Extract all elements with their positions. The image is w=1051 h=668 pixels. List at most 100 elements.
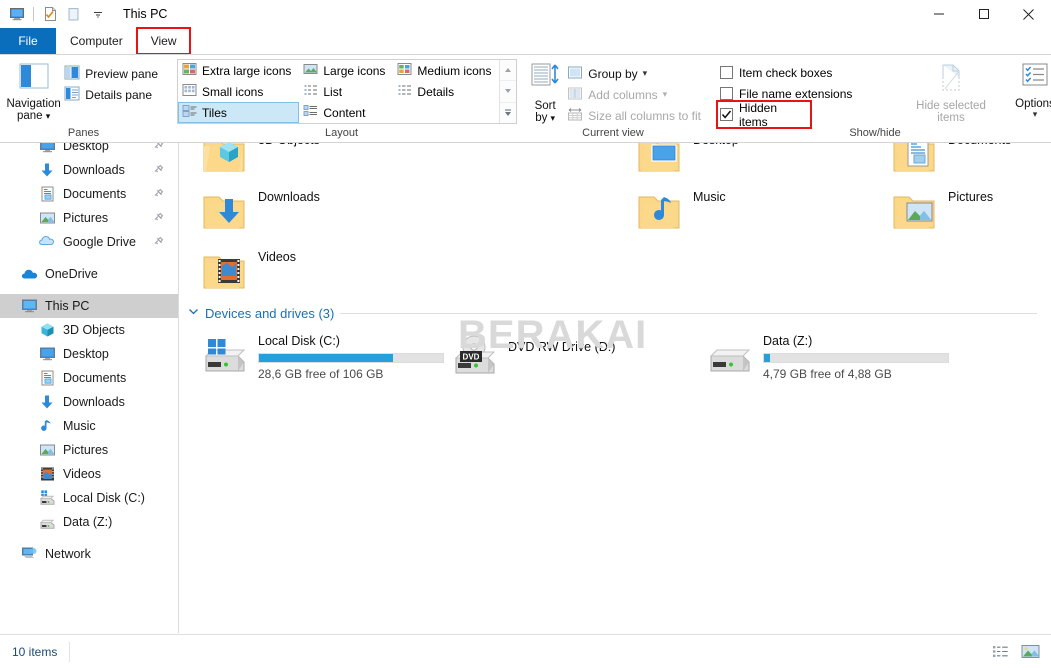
navigation-pane-button[interactable]: Navigation pane ▾ [6, 59, 61, 122]
sidebar-item-videos[interactable]: Videos [0, 462, 178, 486]
tile-name: Music [693, 190, 726, 204]
pictures-icon [38, 441, 56, 459]
sidebar-item-network[interactable]: Network [0, 542, 178, 566]
pin-icon[interactable] [153, 143, 164, 154]
layout-small-icons-label: Small icons [202, 84, 264, 99]
chevron-down-icon-2[interactable]: ▾ [663, 89, 668, 100]
title-bar: This PC [0, 0, 1051, 28]
layout-content[interactable]: Content [299, 102, 393, 123]
maximize-button[interactable] [961, 0, 1006, 28]
tile-item[interactable]: Data (Z:) 4,79 GB free of 4,88 GB [705, 332, 949, 381]
tile-name: Downloads [258, 190, 320, 204]
tile-item[interactable]: Documents [890, 143, 1011, 179]
add-columns-icon [567, 86, 583, 104]
details-view-button[interactable] [989, 642, 1011, 662]
navigation-pane[interactable]: Desktop Downloads Documents Pictures Google … [0, 143, 179, 633]
sidebar-item-onedrive[interactable]: OneDrive [0, 262, 178, 286]
sidebar-item-label: Documents [63, 371, 127, 385]
checkbox-hidden-items[interactable] [720, 108, 733, 121]
sort-by-button[interactable]: Sort by ▾ [526, 59, 564, 124]
customize-qat-icon[interactable] [87, 3, 109, 25]
layout-tiles[interactable]: Tiles [178, 102, 300, 123]
this-pc-icon[interactable] [6, 3, 28, 25]
downloads-icon [38, 161, 56, 179]
drive-icon [705, 332, 753, 380]
folder-downloads-icon [200, 188, 248, 236]
hidden-items-checkbox[interactable]: Hidden items [716, 100, 812, 129]
options-chevron-down-icon[interactable]: ▾ [1033, 110, 1038, 119]
gallery-scroll-up-button[interactable] [500, 60, 517, 82]
sidebar-item-documents[interactable]: Documents [0, 182, 178, 206]
tab-file[interactable]: File [0, 28, 56, 54]
layout-content-label: Content [323, 105, 366, 120]
tab-view[interactable]: View [135, 27, 192, 55]
size-all-columns-button[interactable]: Size all columns to fit [564, 105, 704, 126]
sidebar-item-desktop[interactable]: Desktop [0, 143, 178, 158]
folder-music-icon [635, 188, 683, 236]
add-columns-button[interactable]: Add columns ▾ [564, 84, 704, 105]
onedrive-icon [20, 265, 38, 283]
sidebar-item-documents[interactable]: Documents [0, 366, 178, 390]
tile-item[interactable]: Pictures [890, 188, 993, 236]
windows-drive-icon [200, 332, 248, 380]
layout-details[interactable]: Details [393, 81, 499, 102]
properties-icon[interactable] [39, 3, 61, 25]
folders-tile-grid: 3D Objects Desktop [180, 143, 1051, 298]
options-button[interactable]: Options ▾ [1002, 59, 1051, 119]
tile-item[interactable]: Desktop [635, 143, 739, 179]
desktop-icon [38, 143, 56, 155]
tab-computer[interactable]: Computer [56, 28, 137, 54]
sidebar-item-desktop[interactable]: Desktop [0, 342, 178, 366]
sidebar-item-downloads[interactable]: Downloads [0, 158, 178, 182]
preview-pane-button[interactable]: Preview pane [61, 63, 161, 84]
layout-large-icons[interactable]: Large icons [299, 60, 393, 81]
sidebar-item-pictures[interactable]: Pictures [0, 438, 178, 462]
sidebar-item-downloads[interactable]: Downloads [0, 390, 178, 414]
pin-icon[interactable] [153, 212, 164, 226]
layout-extra-large-icons[interactable]: Extra large icons [178, 60, 299, 81]
file-list-view[interactable]: 3D Objects Desktop [180, 143, 1051, 633]
sidebar-item-label: Pictures [63, 443, 109, 457]
tile-name: Data (Z:) [763, 334, 813, 348]
hidden-items-label: Hidden items [739, 100, 778, 129]
ribbon-group-show-hide: Item check boxes File name extensions Hi… [710, 55, 1051, 142]
tile-item[interactable]: Music [635, 188, 726, 236]
sidebar-item-local-disk-c[interactable]: Local Disk (C:) [0, 486, 178, 510]
gallery-scroll-down-button[interactable] [500, 81, 517, 103]
details-pane-button[interactable]: Details pane [61, 84, 161, 105]
checkbox-item-check-boxes[interactable] [720, 66, 733, 79]
checkbox-file-name-extensions[interactable] [720, 87, 733, 100]
hide-selected-items-button[interactable]: Hide selected items [910, 59, 992, 124]
sidebar-item-label: Desktop [63, 347, 109, 361]
item-check-boxes-checkbox[interactable]: Item check boxes [720, 62, 910, 83]
downloads-icon [38, 393, 56, 411]
sidebar-item-this-pc[interactable]: This PC [0, 294, 178, 318]
pin-icon[interactable] [153, 164, 164, 178]
sidebar-item-music[interactable]: Music [0, 414, 178, 438]
collapse-chevron-icon[interactable] [188, 306, 199, 320]
sidebar-item-google-drive[interactable]: Google Drive [0, 230, 178, 254]
pin-icon[interactable] [153, 236, 164, 250]
layout-medium-icons[interactable]: Medium icons [393, 60, 499, 81]
group-by-button[interactable]: Group by ▾ [564, 63, 704, 84]
gallery-more-button[interactable] [500, 103, 516, 123]
sidebar-item-3d-objects[interactable]: 3D Objects [0, 318, 178, 342]
sidebar-item-data-z[interactable]: Data (Z:) [0, 510, 178, 534]
sidebar-item-pictures[interactable]: Pictures [0, 206, 178, 230]
layout-list[interactable]: List [299, 81, 393, 102]
sidebar-item-label: OneDrive [45, 267, 98, 281]
tile-item[interactable]: Downloads [200, 188, 320, 236]
tile-item[interactable]: 3D Objects [200, 143, 320, 179]
new-folder-icon[interactable] [63, 3, 85, 25]
music-icon [38, 417, 56, 435]
chevron-down-icon[interactable]: ▾ [643, 68, 648, 79]
close-button[interactable] [1006, 0, 1051, 28]
tile-item[interactable]: Local Disk (C:) 28,6 GB free of 106 GB [200, 332, 444, 381]
file-explorer-window: This PC File Computer View ? [0, 0, 1051, 668]
tile-item[interactable]: Videos [200, 248, 296, 296]
large-icons-view-button[interactable] [1019, 642, 1041, 662]
minimize-button[interactable] [916, 0, 961, 28]
item-count-label: 10 items [12, 644, 58, 659]
layout-small-icons[interactable]: Small icons [178, 81, 299, 102]
pin-icon[interactable] [153, 188, 164, 202]
